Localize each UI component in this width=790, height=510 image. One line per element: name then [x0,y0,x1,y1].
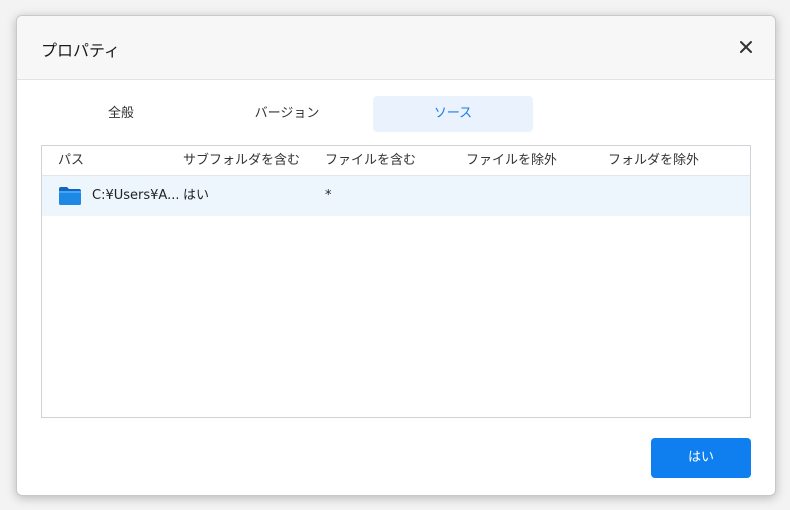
properties-dialog: プロパティ 全般 バージョン ソース パス サブフォルダを含む ファイルを含む … [16,15,776,496]
cell-path: C:¥Users¥A... [92,188,178,203]
column-header-exclude-files[interactable]: ファイルを除外 [466,146,557,175]
folder-icon [59,187,81,205]
tab-version[interactable]: バージョン [207,96,367,132]
tab-general[interactable]: 全般 [41,96,201,132]
column-header-include-subfolders[interactable]: サブフォルダを含む [183,146,300,175]
close-button[interactable] [735,36,757,58]
tab-bar: 全般 バージョン ソース [41,96,751,133]
cell-include-subfolders: はい [183,188,210,203]
ok-button[interactable]: はい [651,438,751,478]
title-bar: プロパティ [17,16,775,80]
dialog-title: プロパティ [41,41,121,60]
cell-include-files: * [325,188,332,203]
tab-source[interactable]: ソース [373,96,533,132]
close-icon [740,41,752,53]
column-header-exclude-folders[interactable]: フォルダを除外 [608,146,699,175]
source-table: パス サブフォルダを含む ファイルを含む ファイルを除外 フォルダを除外 C:¥… [41,145,751,418]
column-header-include-files[interactable]: ファイルを含む [325,146,416,175]
table-row[interactable]: C:¥Users¥A... はい * [42,176,750,216]
column-header-path[interactable]: パス [58,146,84,175]
table-header: パス サブフォルダを含む ファイルを含む ファイルを除外 フォルダを除外 [42,146,750,176]
